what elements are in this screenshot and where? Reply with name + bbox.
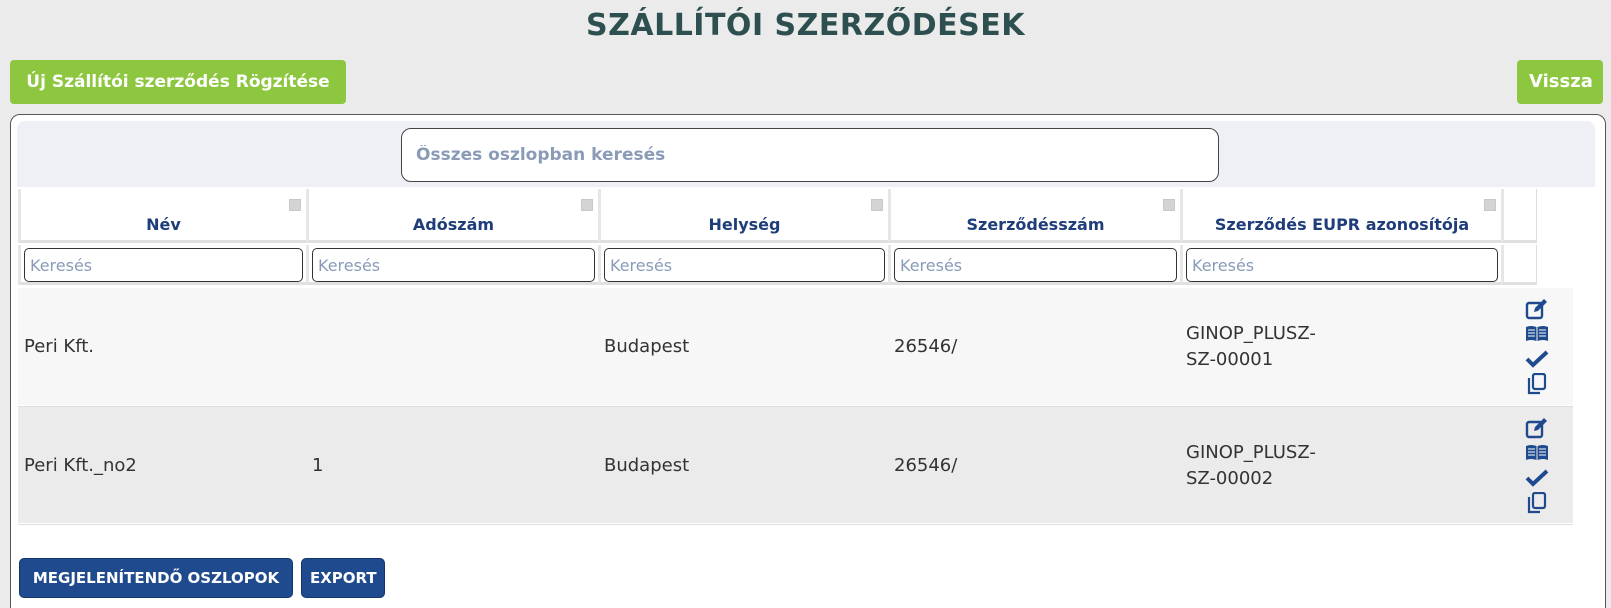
eupr-line-1: GINOP_PLUSZ- (1186, 322, 1316, 344)
check-icon[interactable] (1525, 467, 1549, 489)
page-title: SZÁLLÍTÓI SZERZŐDÉSEK (586, 8, 1025, 43)
cell-szerzodesszam: 26546/ (894, 455, 958, 476)
sort-toggle-icon[interactable] (871, 199, 883, 211)
filter-cell-szerzodesszam (888, 245, 1180, 285)
filter-cell-helyseg (598, 245, 888, 285)
edit-icon[interactable] (1525, 298, 1549, 320)
cell-adoszam (306, 288, 598, 405)
filter-adoszam-input[interactable] (312, 248, 595, 282)
check-icon[interactable] (1525, 348, 1549, 370)
export-button[interactable]: EXPORT (301, 558, 385, 598)
cell-nev: Peri Kft._no2 (24, 455, 137, 476)
filter-cell-eupr (1180, 245, 1501, 285)
sort-toggle-icon[interactable] (581, 199, 593, 211)
header-adoszam-label: Adószám (412, 215, 495, 234)
row-actions (1501, 288, 1573, 405)
cell-eupr: GINOP_PLUSZ- SZ-00002 (1180, 407, 1501, 524)
filter-cell-actions (1501, 245, 1537, 285)
table-row[interactable]: Peri Kft. Budapest 26546/ GINOP_PLUSZ- S… (18, 288, 1573, 405)
filter-helyseg-input[interactable] (604, 248, 885, 282)
edit-icon[interactable] (1525, 417, 1549, 439)
header-helyseg[interactable]: Helység (598, 189, 888, 243)
row-actions (1501, 407, 1573, 524)
filter-nev-input[interactable] (24, 248, 303, 282)
cell-szerzodesszam: 26546/ (894, 336, 958, 357)
filter-cell-adoszam (306, 245, 598, 285)
contracts-table: Név Adószám Helység Szerződésszám Szerző… (18, 189, 1590, 537)
filter-cell-nev (18, 245, 306, 285)
filter-eupr-input[interactable] (1186, 248, 1498, 282)
cell-helyseg: Budapest (604, 336, 690, 357)
header-szerzodesszam-label: Szerződésszám (966, 215, 1105, 234)
eupr-line-1: GINOP_PLUSZ- (1186, 441, 1316, 463)
sort-toggle-icon[interactable] (1484, 199, 1496, 211)
eupr-line-2: SZ-00001 (1186, 348, 1274, 370)
book-icon[interactable] (1525, 323, 1549, 345)
header-nev-label: Név (146, 215, 181, 234)
header-helyseg-label: Helység (708, 215, 781, 234)
header-adoszam[interactable]: Adószám (306, 189, 598, 243)
book-icon[interactable] (1525, 442, 1549, 464)
cell-nev: Peri Kft. (24, 336, 95, 357)
sort-toggle-icon[interactable] (289, 199, 301, 211)
cell-helyseg: Budapest (604, 455, 690, 476)
copy-icon[interactable] (1525, 492, 1549, 514)
global-search-input[interactable] (401, 128, 1219, 182)
sort-toggle-icon[interactable] (1163, 199, 1175, 211)
search-band (17, 121, 1595, 187)
back-button[interactable]: Vissza (1517, 60, 1603, 104)
header-nev[interactable]: Név (18, 189, 306, 243)
visible-columns-button[interactable]: MEGJELENÍTENDŐ OSZLOPOK (19, 558, 293, 598)
header-szerzodesszam[interactable]: Szerződésszám (888, 189, 1180, 243)
new-contract-button[interactable]: Új Szállítói szerződés Rögzítése (10, 60, 346, 104)
table-row[interactable]: Peri Kft._no2 1 Budapest 26546/ GINOP_PL… (18, 406, 1573, 523)
table-row-spacer (18, 524, 1573, 537)
copy-icon[interactable] (1525, 373, 1549, 395)
eupr-line-2: SZ-00002 (1186, 467, 1274, 489)
header-eupr[interactable]: Szerződés EUPR azonosítója (1180, 189, 1501, 243)
header-actions (1501, 189, 1537, 243)
cell-adoszam: 1 (312, 455, 324, 476)
cell-eupr: GINOP_PLUSZ- SZ-00001 (1180, 288, 1501, 405)
contracts-panel: Név Adószám Helység Szerződésszám Szerző… (10, 114, 1606, 608)
filter-szerzodesszam-input[interactable] (894, 248, 1177, 282)
header-eupr-label: Szerződés EUPR azonosítója (1214, 215, 1470, 234)
